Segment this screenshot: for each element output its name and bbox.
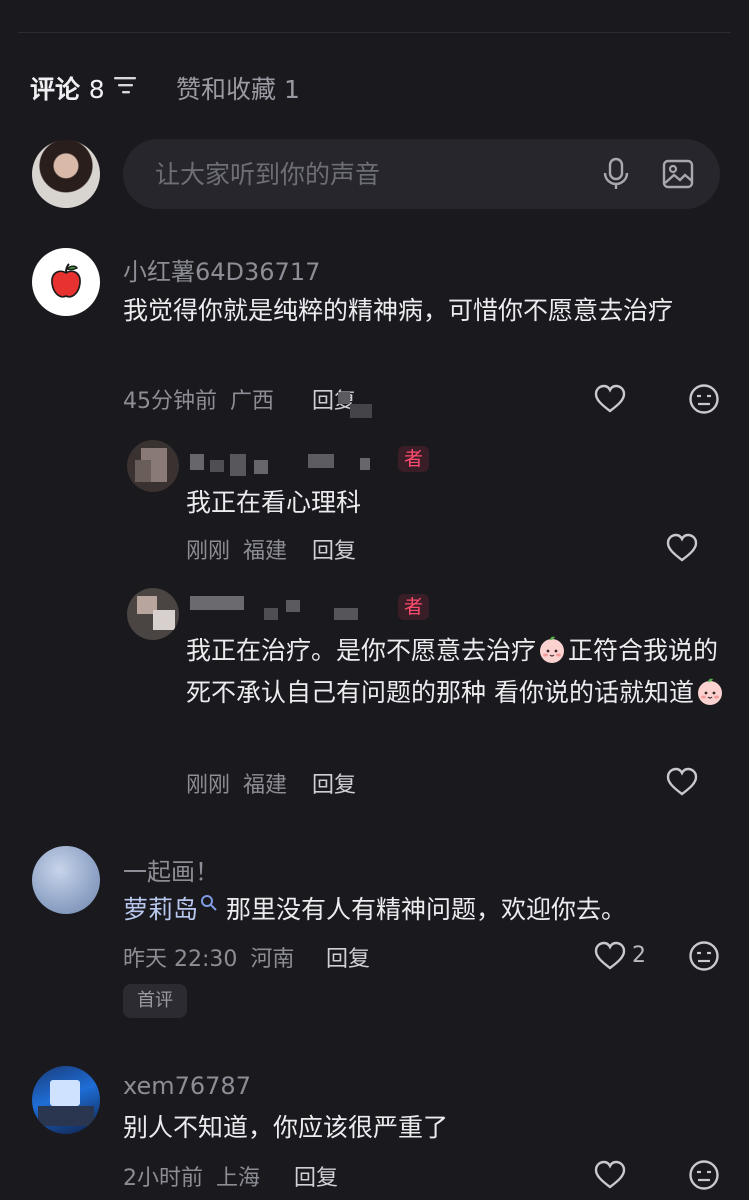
comment-time: 昨天 22:30 河南 (123, 941, 294, 973)
redaction-block (350, 404, 372, 418)
reply-text: 我正在看心理科 (186, 488, 362, 517)
reply-avatar[interactable] (127, 440, 179, 492)
reply-time-ago: 刚刚 (186, 539, 231, 564)
avatar[interactable] (32, 846, 100, 914)
microphone-icon[interactable] (600, 157, 632, 191)
reply-text: 我正在治疗。是你不愿意去治疗 正符合我说的 死不承认自己有问题的那种 看你说的话… (186, 630, 726, 714)
reply-username-redacted[interactable] (190, 596, 380, 622)
comment-text: 萝莉岛 那里没有人有精神问题，欢迎你去。 (123, 889, 723, 931)
reply-username-redacted[interactable] (190, 450, 380, 476)
peach-emoji-icon (697, 678, 722, 705)
comment-time: 2小时前 上海 (123, 1160, 260, 1192)
mention-link[interactable]: 萝莉岛 (123, 895, 198, 924)
reply-button[interactable]: 回复 (326, 941, 370, 973)
reply-button[interactable]: 回复 (312, 767, 356, 799)
comment-text: 我觉得你就是纯粹的精神病，可惜你不愿意去治疗 (123, 296, 674, 325)
redaction-block (338, 392, 350, 404)
comment-username[interactable]: 一起画！ (123, 852, 219, 887)
comment-location: 上海 (216, 1166, 261, 1191)
emoji-reaction-icon[interactable] (688, 383, 720, 415)
first-comment-tag: 首评 (123, 984, 187, 1018)
comment-text: 别人不知道，你应该很严重了 (123, 1113, 449, 1142)
peach-emoji-icon (540, 636, 565, 663)
heart-icon[interactable] (666, 767, 698, 797)
tab-comments-count: 8 (88, 75, 105, 104)
sort-icon[interactable] (114, 76, 136, 94)
reply-button[interactable]: 回复 (294, 1160, 338, 1192)
comment-time-ago: 昨天 22:30 (123, 947, 238, 972)
apple-icon (51, 263, 81, 298)
tab-comments-label: 评论 (30, 75, 81, 104)
reply-time: 刚刚 福建 (186, 533, 287, 565)
reply-avatar[interactable] (127, 588, 179, 640)
comment-time: 45分钟前 广西 (123, 383, 274, 415)
comment-input[interactable] (155, 159, 595, 189)
like-count: 2 (632, 943, 646, 968)
reply-time-ago: 刚刚 (186, 773, 231, 798)
tab-likes-favorites[interactable]: 赞和收藏 1 (176, 70, 300, 106)
author-badge: 者 (398, 446, 430, 472)
comment-time-ago: 45分钟前 (123, 389, 217, 414)
comment-username[interactable]: 小红薯64D36717 (123, 252, 320, 287)
author-badge: 者 (398, 594, 430, 620)
avatar[interactable] (32, 1066, 100, 1134)
image-icon[interactable] (662, 158, 694, 190)
tab-comments[interactable]: 评论 8 (30, 70, 105, 106)
top-divider (18, 32, 731, 33)
reply-location: 福建 (243, 539, 288, 564)
avatar-apple[interactable] (32, 248, 100, 316)
heart-icon[interactable] (594, 384, 626, 414)
heart-icon[interactable] (594, 1160, 626, 1190)
heart-icon[interactable] (666, 533, 698, 563)
comment-time-ago: 2小时前 (123, 1166, 203, 1191)
comment-text-body: 那里没有人有精神问题，欢迎你去。 (225, 895, 626, 924)
search-icon (201, 895, 217, 911)
emoji-reaction-icon[interactable] (688, 1159, 720, 1191)
reply-time: 刚刚 福建 (186, 767, 287, 799)
heart-icon[interactable] (594, 941, 626, 971)
comment-location: 广西 (230, 389, 275, 414)
reply-button[interactable]: 回复 (312, 533, 356, 565)
emoji-reaction-icon[interactable] (688, 940, 720, 972)
comment-location: 河南 (250, 947, 295, 972)
my-avatar (32, 140, 100, 208)
reply-text-part: 我正在治疗。是你不愿意去治疗 (186, 636, 537, 665)
reply-location: 福建 (243, 773, 288, 798)
comment-username[interactable]: xem76787 (123, 1072, 251, 1100)
